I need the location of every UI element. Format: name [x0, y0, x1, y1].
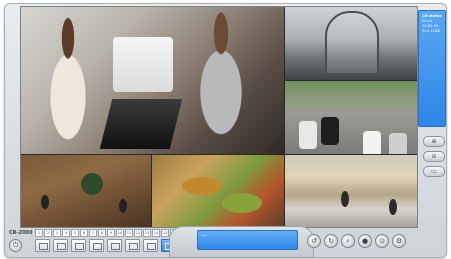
fullscreen-icon: ▭	[431, 168, 437, 175]
channel-button[interactable]: 10	[116, 229, 124, 237]
camera-tile-4-hall[interactable]	[21, 155, 151, 227]
camera-tile-6-store[interactable]	[285, 155, 417, 227]
channel-button[interactable]: 2	[44, 229, 52, 237]
channel-button[interactable]: 1	[35, 229, 43, 237]
customer-figure	[33, 13, 103, 153]
brand-logo: CR-2000	[9, 230, 33, 236]
channel-button[interactable]: 3	[53, 229, 61, 237]
layout-3x3-button[interactable]	[71, 239, 86, 252]
channel-selector: 1 2 3 4 5 6 7 8 9 10 11 12 13 14 15 16	[35, 229, 178, 237]
person-figure	[389, 199, 397, 215]
settings-icon: ⚙	[395, 237, 403, 245]
status-line-4: 324 11GB	[422, 29, 440, 33]
channel-button[interactable]: 15	[161, 229, 169, 237]
refresh-icon: ↻	[328, 237, 334, 245]
channel-button[interactable]: 6	[80, 229, 88, 237]
revolving-door	[325, 11, 379, 75]
channel-button[interactable]: 12	[134, 229, 142, 237]
refresh-button[interactable]: ↻	[324, 234, 338, 248]
car	[321, 117, 339, 145]
control-bar: CR-2000 ⏻ 1 2 3 4 5 6 7 8 9 10 11 12 13 …	[4, 226, 445, 258]
search-icon: ⌕	[346, 237, 350, 245]
camera-tile-3-parking[interactable]	[285, 81, 417, 154]
produce-display	[182, 177, 222, 195]
layout-1x1-button[interactable]	[35, 239, 50, 252]
cashier-figure	[181, 11, 261, 151]
record-icon: ●	[361, 237, 369, 245]
channel-button[interactable]: 13	[143, 229, 151, 237]
channel-button[interactable]: 14	[152, 229, 160, 237]
channel-button[interactable]: 8	[98, 229, 106, 237]
channel-button[interactable]: 7	[89, 229, 97, 237]
car	[389, 133, 407, 154]
camera-tile-5-produce[interactable]	[152, 155, 284, 227]
layout-1-5-button[interactable]	[107, 239, 122, 252]
power-button[interactable]: ⏻	[9, 239, 22, 252]
layout-1-9-button[interactable]	[143, 239, 158, 252]
channel-button[interactable]: 11	[125, 229, 133, 237]
status-display: ----	[197, 230, 298, 250]
zoom-out-button[interactable]: ⊖	[423, 151, 445, 162]
produce-display	[222, 193, 262, 213]
plant	[81, 173, 103, 195]
record-button[interactable]: ●	[358, 234, 372, 248]
layout-2x2-button[interactable]	[53, 239, 68, 252]
power-icon: ⏻	[12, 241, 19, 249]
zoom-out-icon: ⊖	[431, 153, 437, 160]
zoom-in-icon: ⊕	[431, 138, 437, 145]
playback-controls: ↺ ↻ ⌕ ● ⊙ ⚙	[307, 234, 406, 248]
layout-1-7-button[interactable]	[125, 239, 140, 252]
person-figure	[41, 195, 49, 209]
status-panel: CH status 20 ch 10:02:45 324 11GB	[418, 10, 446, 127]
search-button[interactable]: ⌕	[341, 234, 355, 248]
layout-selector	[35, 239, 176, 252]
rewind-button[interactable]: ↺	[307, 234, 321, 248]
rewind-icon: ↺	[311, 237, 317, 245]
checkout-counter	[99, 99, 183, 149]
playback-button[interactable]: ⊙	[375, 234, 389, 248]
car	[363, 131, 381, 154]
zoom-in-button[interactable]: ⊕	[423, 136, 445, 147]
dvr-window: CH status 20 ch 10:02:45 324 11GB ⊕ ⊖ ▭	[4, 3, 447, 258]
channel-button[interactable]: 5	[71, 229, 79, 237]
status-text: ----	[201, 233, 207, 238]
fullscreen-button[interactable]: ▭	[423, 166, 445, 177]
playback-icon: ⊙	[379, 237, 385, 245]
channel-button[interactable]: 9	[107, 229, 115, 237]
camera-tile-2-entrance[interactable]	[285, 7, 417, 80]
person-figure	[119, 199, 127, 213]
car	[299, 121, 317, 149]
layout-4x4-button[interactable]	[89, 239, 104, 252]
person-figure	[341, 191, 349, 207]
video-grid	[20, 6, 418, 228]
channel-button[interactable]: 4	[62, 229, 70, 237]
shopping-bag	[113, 37, 173, 92]
settings-button[interactable]: ⚙	[392, 234, 406, 248]
camera-tile-1-retail-counter[interactable]	[21, 7, 284, 154]
